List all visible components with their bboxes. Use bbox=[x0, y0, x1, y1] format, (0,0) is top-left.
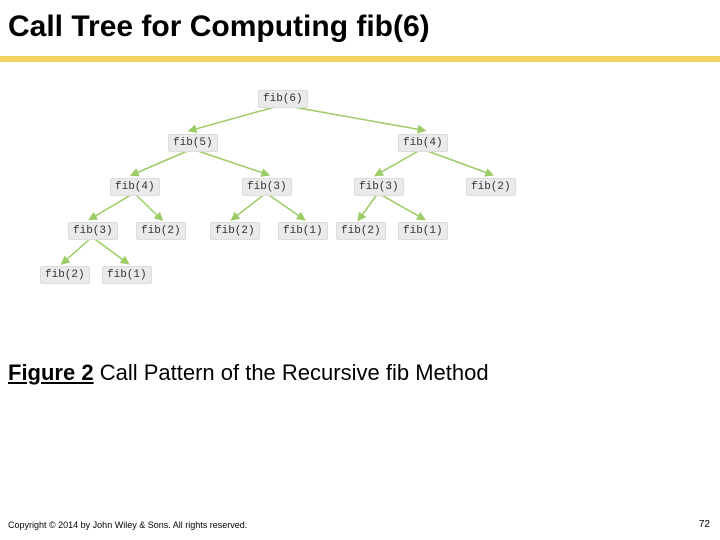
tree-node-label: fib(1) bbox=[102, 266, 152, 284]
call-tree-diagram: fib(6) fib(5) fib(4) fib(4) fib(3) fib(3) fib(… bbox=[10, 82, 570, 362]
tree-node: fib(6) bbox=[258, 88, 308, 108]
tree-node-label: fib(3) bbox=[242, 178, 292, 196]
tree-node: fib(2) bbox=[136, 220, 186, 240]
tree-node: fib(1) bbox=[102, 264, 152, 284]
tree-node: fib(1) bbox=[398, 220, 448, 240]
caption-text-before: Call Pattern of the Recursive bbox=[94, 360, 386, 385]
tree-node: fib(4) bbox=[110, 176, 160, 196]
tree-node: fib(2) bbox=[40, 264, 90, 284]
tree-node: fib(1) bbox=[278, 220, 328, 240]
tree-node-label: fib(3) bbox=[68, 222, 118, 240]
tree-node-label: fib(2) bbox=[40, 266, 90, 284]
tree-node-label: fib(2) bbox=[336, 222, 386, 240]
tree-node-label: fib(4) bbox=[110, 178, 160, 196]
tree-node: fib(2) bbox=[210, 220, 260, 240]
title-underline bbox=[0, 56, 720, 62]
copyright-footer: Copyright © 2014 by John Wiley & Sons. A… bbox=[8, 520, 247, 530]
tree-node-label: fib(2) bbox=[136, 222, 186, 240]
tree-node-label: fib(2) bbox=[210, 222, 260, 240]
tree-node-label: fib(3) bbox=[354, 178, 404, 196]
tree-node: fib(2) bbox=[466, 176, 516, 196]
tree-node: fib(3) bbox=[354, 176, 404, 196]
figure-label: Figure 2 bbox=[8, 360, 94, 385]
tree-node: fib(3) bbox=[242, 176, 292, 196]
tree-node-label: fib(2) bbox=[466, 178, 516, 196]
tree-node-label: fib(1) bbox=[278, 222, 328, 240]
slide-title: Call Tree for Computing fib(6) bbox=[8, 10, 430, 44]
page-number: 72 bbox=[699, 519, 710, 530]
tree-node-label: fib(4) bbox=[398, 134, 448, 152]
caption-text-after: Method bbox=[409, 360, 489, 385]
tree-node: fib(3) bbox=[68, 220, 118, 240]
figure-caption: Figure 2 Call Pattern of the Recursive f… bbox=[8, 360, 489, 386]
tree-node-label: fib(6) bbox=[258, 90, 308, 108]
tree-node: fib(5) bbox=[168, 132, 218, 152]
tree-node-label: fib(5) bbox=[168, 134, 218, 152]
tree-node: fib(2) bbox=[336, 220, 386, 240]
caption-code: fib bbox=[386, 360, 409, 385]
tree-node-label: fib(1) bbox=[398, 222, 448, 240]
tree-node: fib(4) bbox=[398, 132, 448, 152]
